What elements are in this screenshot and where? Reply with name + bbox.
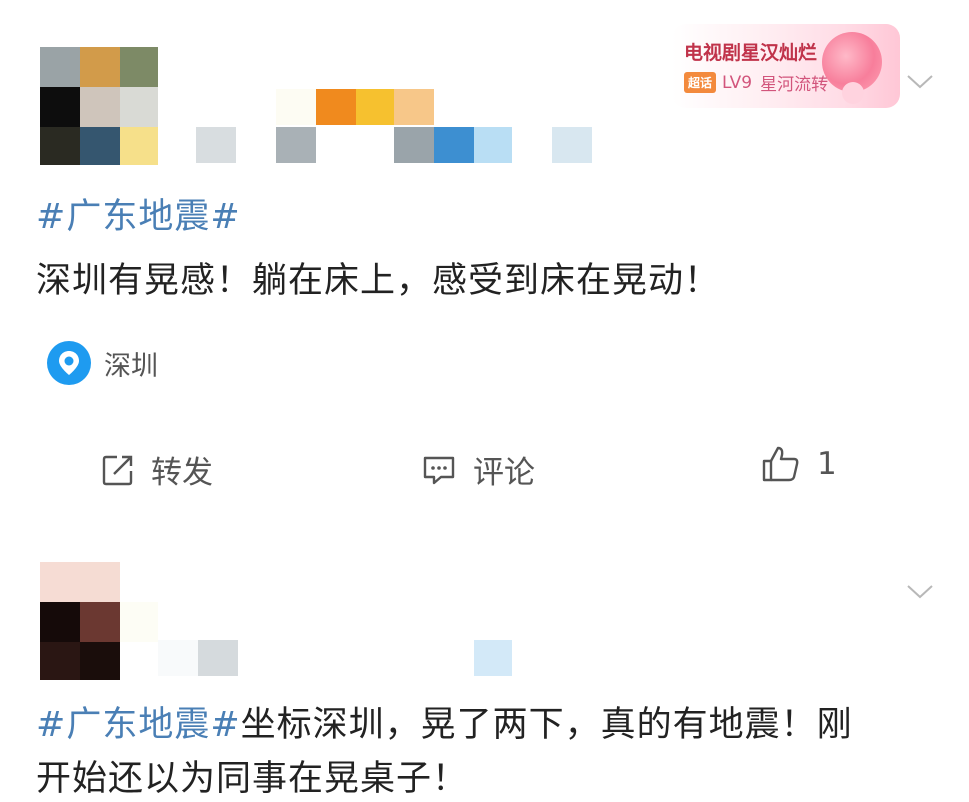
post-text-line2: 开始还以为同事在晃桌子！ xyxy=(36,759,469,799)
location-label: 深圳 xyxy=(104,350,158,382)
hashtag-link[interactable]: #广东地震# xyxy=(36,197,241,237)
comment-label: 评论 xyxy=(473,455,535,491)
post-text: 深圳有晃感！躺在床上，感受到床在晃动！ xyxy=(36,261,721,301)
repost-button[interactable]: 转发 xyxy=(101,447,213,492)
post-body: #广东地震#坐标深圳，晃了两下，真的有地震！刚 开始还以为同事在晃桌子！ xyxy=(36,702,946,802)
post-body: #广东地震# 深圳有晃感！躺在床上，感受到床在晃动！ xyxy=(36,194,936,304)
bubble-decoration-icon xyxy=(842,82,864,104)
like-button[interactable]: 1 xyxy=(761,445,837,483)
badge-rank: 星河流转 xyxy=(760,75,829,95)
chevron-down-icon[interactable] xyxy=(905,582,935,602)
like-count: 1 xyxy=(817,446,837,482)
super-topic-chip: 超话 xyxy=(684,72,717,93)
hashtag-link[interactable]: #广东地震# xyxy=(36,705,241,745)
post-text: 坐标深圳，晃了两下，真的有地震！刚 xyxy=(240,705,853,745)
super-topic-badge[interactable]: 电视剧星汉灿烂 超话 LV9 星河流转 xyxy=(672,24,900,108)
badge-title: 电视剧星汉灿烂 xyxy=(684,42,818,64)
location-pin-icon xyxy=(47,341,91,385)
badge-level: LV9 xyxy=(722,72,753,93)
share-icon xyxy=(102,455,133,485)
comment-icon xyxy=(423,456,455,484)
location-tag[interactable]: 深圳 xyxy=(46,340,158,386)
comment-button[interactable]: 评论 xyxy=(421,447,535,492)
repost-label: 转发 xyxy=(151,455,213,491)
chevron-down-icon[interactable] xyxy=(905,72,935,92)
thumbs-up-icon xyxy=(762,446,799,482)
